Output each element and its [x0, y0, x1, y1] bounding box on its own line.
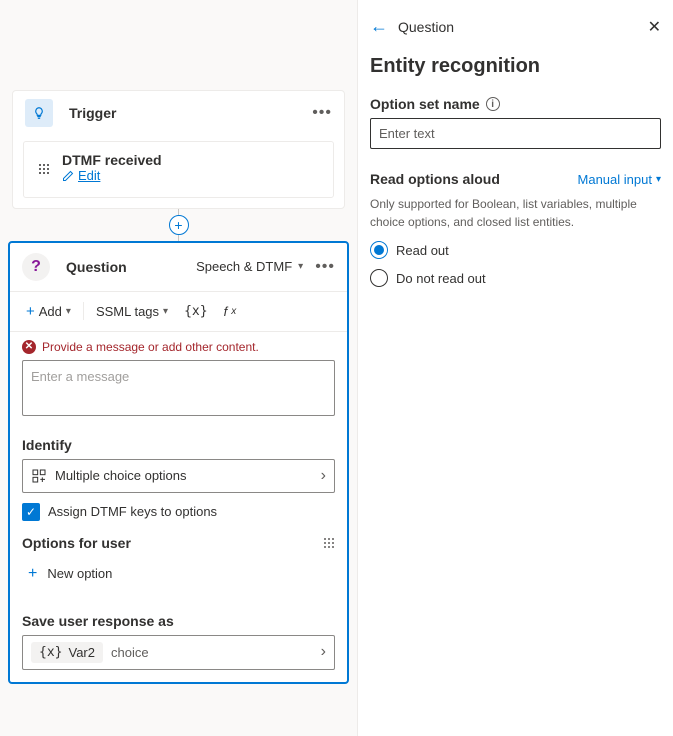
error-message: ✕ Provide a message or add other content…	[22, 340, 335, 354]
message-input[interactable]	[22, 360, 335, 416]
save-as-label: Save user response as	[22, 613, 335, 629]
plus-icon: +	[28, 565, 37, 583]
chevron-down-icon: ▾	[656, 174, 661, 185]
radio-icon	[370, 269, 388, 287]
add-button[interactable]: + Add ▾	[22, 300, 75, 323]
assign-dtmf-checkbox[interactable]: ✓	[22, 503, 40, 521]
options-label: Options for user	[22, 535, 131, 551]
manual-input-label: Manual input	[578, 172, 652, 187]
question-title: Question	[66, 259, 127, 275]
ssml-label: SSML tags	[96, 304, 159, 319]
panel-breadcrumb: Question	[398, 19, 454, 35]
radio-read-out[interactable]: Read out	[370, 241, 661, 259]
trigger-item-title: DTMF received	[62, 152, 162, 168]
read-aloud-help: Only supported for Boolean, list variabl…	[370, 195, 661, 231]
trigger-item[interactable]: DTMF received Edit	[23, 141, 334, 198]
radio-do-not-read[interactable]: Do not read out	[370, 269, 661, 287]
identify-label: Identify	[22, 437, 335, 453]
trigger-header: Trigger •••	[13, 91, 344, 135]
add-label: Add	[39, 304, 62, 319]
chevron-down-icon: ▾	[163, 306, 168, 317]
new-option-label: New option	[47, 566, 112, 581]
chevron-right-icon: ›	[321, 643, 326, 661]
variable-icon: {x}	[39, 645, 62, 660]
variable-type: choice	[111, 645, 149, 660]
variable-pill: {x} Var2	[31, 642, 103, 663]
lightbulb-icon	[25, 99, 53, 127]
trigger-more-icon[interactable]: •••	[312, 104, 332, 122]
manual-input-link[interactable]: Manual input ▾	[578, 172, 661, 187]
variable-name: Var2	[68, 645, 95, 660]
edit-link[interactable]: Edit	[62, 168, 100, 183]
radio-icon	[370, 241, 388, 259]
question-toolbar: + Add ▾ SSML tags ▾ {x} fx	[10, 292, 347, 332]
drag-grip-icon[interactable]	[38, 163, 50, 175]
option-set-label: Option set name	[370, 96, 480, 112]
radio-do-not-read-label: Do not read out	[396, 271, 486, 286]
question-card: ? Question Speech & DTMF ▾ ••• + Add ▾ S…	[8, 241, 349, 684]
trigger-card: Trigger ••• DTMF received Edit	[12, 90, 345, 209]
trigger-title: Trigger	[69, 105, 116, 121]
radio-read-out-label: Read out	[396, 243, 449, 258]
question-icon: ?	[22, 253, 50, 281]
close-icon[interactable]: ✕	[648, 17, 661, 37]
identify-value: Multiple choice options	[55, 468, 187, 483]
error-icon: ✕	[22, 340, 36, 354]
add-node-button[interactable]: +	[169, 215, 189, 235]
properties-panel: ← Question ✕ Entity recognition Option s…	[358, 0, 673, 736]
chevron-right-icon: ›	[321, 467, 326, 485]
ssml-dropdown[interactable]: SSML tags ▾	[92, 301, 172, 322]
question-more-icon[interactable]: •••	[315, 258, 335, 276]
variable-selector[interactable]: {x} Var2 choice ›	[22, 635, 335, 670]
error-text: Provide a message or add other content.	[42, 340, 259, 354]
formula-button[interactable]: fx	[220, 301, 241, 322]
option-set-input[interactable]	[370, 118, 661, 149]
edit-link-label: Edit	[78, 168, 100, 183]
entity-icon	[31, 468, 47, 484]
chevron-down-icon: ▾	[298, 261, 303, 272]
assign-dtmf-row: ✓ Assign DTMF keys to options	[22, 503, 335, 521]
info-icon[interactable]: i	[486, 97, 500, 111]
plus-icon: +	[26, 303, 35, 320]
back-arrow-icon[interactable]: ←	[370, 16, 388, 37]
connector: +	[0, 209, 357, 241]
delivery-dropdown[interactable]: Speech & DTMF ▾	[196, 259, 303, 274]
assign-dtmf-label: Assign DTMF keys to options	[48, 504, 217, 519]
delivery-label: Speech & DTMF	[196, 259, 292, 274]
read-aloud-label: Read options aloud	[370, 171, 500, 187]
variable-button[interactable]: {x}	[180, 301, 211, 322]
chevron-down-icon: ▾	[66, 306, 71, 317]
pencil-icon	[62, 170, 74, 182]
identify-selector[interactable]: Multiple choice options ›	[22, 459, 335, 493]
new-option-button[interactable]: + New option	[22, 555, 335, 593]
question-header: ? Question Speech & DTMF ▾ •••	[10, 243, 347, 292]
panel-title: Entity recognition	[370, 55, 661, 78]
options-grip-icon[interactable]	[323, 537, 335, 549]
